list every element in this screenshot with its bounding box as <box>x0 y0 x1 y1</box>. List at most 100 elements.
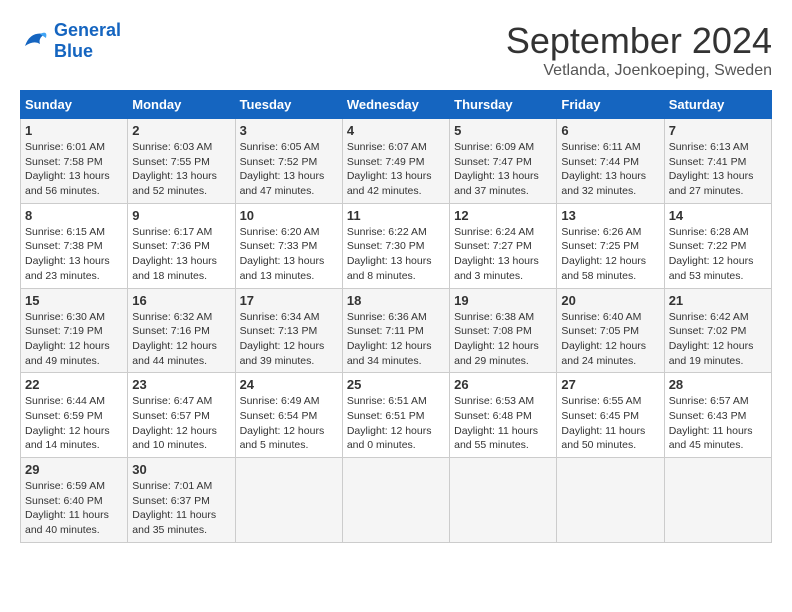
page-header: General Blue September 2024 Vetlanda, Jo… <box>20 20 772 80</box>
title-block: September 2024 Vetlanda, Joenkoeping, Sw… <box>506 20 772 80</box>
day-info: Sunrise: 6:30 AMSunset: 7:19 PMDaylight:… <box>25 310 123 369</box>
calendar-day-29: 29 Sunrise: 6:59 AMSunset: 6:40 PMDaylig… <box>21 458 128 543</box>
header-tuesday: Tuesday <box>235 91 342 119</box>
day-number: 23 <box>132 377 230 392</box>
calendar-day-3: 3 Sunrise: 6:05 AMSunset: 7:52 PMDayligh… <box>235 119 342 204</box>
day-info: Sunrise: 6:49 AMSunset: 6:54 PMDaylight:… <box>240 394 338 453</box>
calendar-week-2: 8 Sunrise: 6:15 AMSunset: 7:38 PMDayligh… <box>21 203 772 288</box>
header-monday: Monday <box>128 91 235 119</box>
day-info: Sunrise: 6:17 AMSunset: 7:36 PMDaylight:… <box>132 225 230 284</box>
calendar-week-4: 22 Sunrise: 6:44 AMSunset: 6:59 PMDaylig… <box>21 373 772 458</box>
day-info: Sunrise: 6:53 AMSunset: 6:48 PMDaylight:… <box>454 394 552 453</box>
day-info: Sunrise: 6:24 AMSunset: 7:27 PMDaylight:… <box>454 225 552 284</box>
day-number: 17 <box>240 293 338 308</box>
day-info: Sunrise: 6:34 AMSunset: 7:13 PMDaylight:… <box>240 310 338 369</box>
day-info: Sunrise: 6:15 AMSunset: 7:38 PMDaylight:… <box>25 225 123 284</box>
header-friday: Friday <box>557 91 664 119</box>
day-number: 12 <box>454 208 552 223</box>
day-info: Sunrise: 6:38 AMSunset: 7:08 PMDaylight:… <box>454 310 552 369</box>
day-info: Sunrise: 7:01 AMSunset: 6:37 PMDaylight:… <box>132 479 230 538</box>
day-info: Sunrise: 6:40 AMSunset: 7:05 PMDaylight:… <box>561 310 659 369</box>
day-number: 16 <box>132 293 230 308</box>
day-number: 11 <box>347 208 445 223</box>
day-number: 28 <box>669 377 767 392</box>
calendar-day-21: 21 Sunrise: 6:42 AMSunset: 7:02 PMDaylig… <box>664 288 771 373</box>
calendar-day-6: 6 Sunrise: 6:11 AMSunset: 7:44 PMDayligh… <box>557 119 664 204</box>
calendar-day-18: 18 Sunrise: 6:36 AMSunset: 7:11 PMDaylig… <box>342 288 449 373</box>
day-number: 6 <box>561 123 659 138</box>
logo: General Blue <box>20 20 121 62</box>
calendar-day-2: 2 Sunrise: 6:03 AMSunset: 7:55 PMDayligh… <box>128 119 235 204</box>
calendar-week-1: 1 Sunrise: 6:01 AMSunset: 7:58 PMDayligh… <box>21 119 772 204</box>
day-info: Sunrise: 6:01 AMSunset: 7:58 PMDaylight:… <box>25 140 123 199</box>
day-info: Sunrise: 6:11 AMSunset: 7:44 PMDaylight:… <box>561 140 659 199</box>
day-number: 20 <box>561 293 659 308</box>
day-number: 9 <box>132 208 230 223</box>
calendar-week-5: 29 Sunrise: 6:59 AMSunset: 6:40 PMDaylig… <box>21 458 772 543</box>
day-number: 10 <box>240 208 338 223</box>
calendar-day-25: 25 Sunrise: 6:51 AMSunset: 6:51 PMDaylig… <box>342 373 449 458</box>
day-number: 29 <box>25 462 123 477</box>
calendar-day-16: 16 Sunrise: 6:32 AMSunset: 7:16 PMDaylig… <box>128 288 235 373</box>
day-info: Sunrise: 6:44 AMSunset: 6:59 PMDaylight:… <box>25 394 123 453</box>
day-info: Sunrise: 6:32 AMSunset: 7:16 PMDaylight:… <box>132 310 230 369</box>
day-number: 4 <box>347 123 445 138</box>
day-info: Sunrise: 6:09 AMSunset: 7:47 PMDaylight:… <box>454 140 552 199</box>
calendar-day-1: 1 Sunrise: 6:01 AMSunset: 7:58 PMDayligh… <box>21 119 128 204</box>
day-number: 30 <box>132 462 230 477</box>
calendar-day-10: 10 Sunrise: 6:20 AMSunset: 7:33 PMDaylig… <box>235 203 342 288</box>
calendar-table: Sunday Monday Tuesday Wednesday Thursday… <box>20 90 772 543</box>
day-info: Sunrise: 6:57 AMSunset: 6:43 PMDaylight:… <box>669 394 767 453</box>
calendar-day-8: 8 Sunrise: 6:15 AMSunset: 7:38 PMDayligh… <box>21 203 128 288</box>
day-info: Sunrise: 6:51 AMSunset: 6:51 PMDaylight:… <box>347 394 445 453</box>
empty-cell-4-2 <box>235 458 342 543</box>
day-number: 13 <box>561 208 659 223</box>
header-sunday: Sunday <box>21 91 128 119</box>
calendar-day-7: 7 Sunrise: 6:13 AMSunset: 7:41 PMDayligh… <box>664 119 771 204</box>
calendar-day-11: 11 Sunrise: 6:22 AMSunset: 7:30 PMDaylig… <box>342 203 449 288</box>
logo-text: General Blue <box>54 20 121 62</box>
day-info: Sunrise: 6:03 AMSunset: 7:55 PMDaylight:… <box>132 140 230 199</box>
empty-cell-4-6 <box>664 458 771 543</box>
day-info: Sunrise: 6:28 AMSunset: 7:22 PMDaylight:… <box>669 225 767 284</box>
calendar-week-3: 15 Sunrise: 6:30 AMSunset: 7:19 PMDaylig… <box>21 288 772 373</box>
day-number: 15 <box>25 293 123 308</box>
calendar-day-9: 9 Sunrise: 6:17 AMSunset: 7:36 PMDayligh… <box>128 203 235 288</box>
page-subtitle: Vetlanda, Joenkoeping, Sweden <box>506 62 772 80</box>
day-number: 14 <box>669 208 767 223</box>
day-info: Sunrise: 6:42 AMSunset: 7:02 PMDaylight:… <box>669 310 767 369</box>
calendar-day-27: 27 Sunrise: 6:55 AMSunset: 6:45 PMDaylig… <box>557 373 664 458</box>
day-number: 5 <box>454 123 552 138</box>
day-number: 2 <box>132 123 230 138</box>
calendar-day-17: 17 Sunrise: 6:34 AMSunset: 7:13 PMDaylig… <box>235 288 342 373</box>
day-number: 27 <box>561 377 659 392</box>
day-number: 7 <box>669 123 767 138</box>
day-number: 19 <box>454 293 552 308</box>
empty-cell-4-4 <box>450 458 557 543</box>
calendar-day-20: 20 Sunrise: 6:40 AMSunset: 7:05 PMDaylig… <box>557 288 664 373</box>
calendar-day-26: 26 Sunrise: 6:53 AMSunset: 6:48 PMDaylig… <box>450 373 557 458</box>
day-info: Sunrise: 6:36 AMSunset: 7:11 PMDaylight:… <box>347 310 445 369</box>
day-number: 26 <box>454 377 552 392</box>
calendar-day-22: 22 Sunrise: 6:44 AMSunset: 6:59 PMDaylig… <box>21 373 128 458</box>
calendar-day-13: 13 Sunrise: 6:26 AMSunset: 7:25 PMDaylig… <box>557 203 664 288</box>
day-number: 8 <box>25 208 123 223</box>
empty-cell-4-3 <box>342 458 449 543</box>
day-info: Sunrise: 6:22 AMSunset: 7:30 PMDaylight:… <box>347 225 445 284</box>
day-info: Sunrise: 6:26 AMSunset: 7:25 PMDaylight:… <box>561 225 659 284</box>
page-title: September 2024 <box>506 20 772 62</box>
calendar-day-23: 23 Sunrise: 6:47 AMSunset: 6:57 PMDaylig… <box>128 373 235 458</box>
day-number: 1 <box>25 123 123 138</box>
calendar-day-30: 30 Sunrise: 7:01 AMSunset: 6:37 PMDaylig… <box>128 458 235 543</box>
day-info: Sunrise: 6:55 AMSunset: 6:45 PMDaylight:… <box>561 394 659 453</box>
day-number: 21 <box>669 293 767 308</box>
day-number: 3 <box>240 123 338 138</box>
day-info: Sunrise: 6:47 AMSunset: 6:57 PMDaylight:… <box>132 394 230 453</box>
day-info: Sunrise: 6:13 AMSunset: 7:41 PMDaylight:… <box>669 140 767 199</box>
empty-cell-4-5 <box>557 458 664 543</box>
header-saturday: Saturday <box>664 91 771 119</box>
day-number: 18 <box>347 293 445 308</box>
calendar-day-14: 14 Sunrise: 6:28 AMSunset: 7:22 PMDaylig… <box>664 203 771 288</box>
day-info: Sunrise: 6:07 AMSunset: 7:49 PMDaylight:… <box>347 140 445 199</box>
calendar-day-4: 4 Sunrise: 6:07 AMSunset: 7:49 PMDayligh… <box>342 119 449 204</box>
